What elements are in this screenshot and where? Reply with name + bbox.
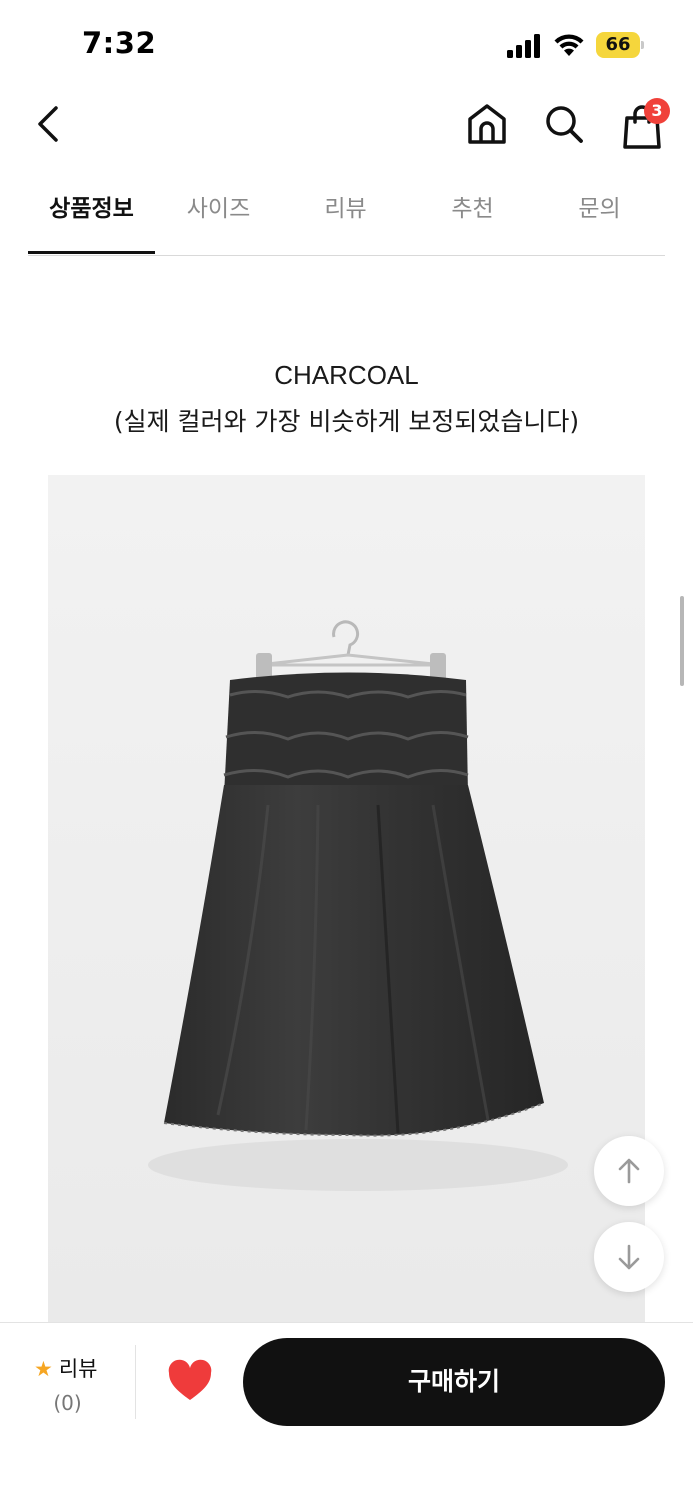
buy-button[interactable]: 구매하기 xyxy=(243,1338,665,1426)
review-line: ★ 리뷰 xyxy=(34,1353,97,1383)
tab-review[interactable]: 리뷰 xyxy=(282,180,409,254)
scroll-bottom-button[interactable] xyxy=(594,1222,664,1292)
review-count: (0) xyxy=(53,1391,82,1415)
search-icon xyxy=(546,106,583,143)
status-bar: 7:32 66 xyxy=(0,0,693,90)
wifi-icon xyxy=(554,34,584,56)
battery-level: 66 xyxy=(605,34,631,55)
review-summary[interactable]: ★ 리뷰 (0) xyxy=(0,1351,135,1421)
chevron-left-icon xyxy=(38,106,58,142)
arrow-up-icon xyxy=(618,1158,640,1184)
cart-count-badge: 3 xyxy=(644,98,670,124)
search-button[interactable] xyxy=(542,102,586,146)
battery-cap xyxy=(641,41,644,49)
tab-inquiry[interactable]: 문의 xyxy=(536,180,663,254)
tab-product-info[interactable]: 상품정보 xyxy=(28,180,155,254)
heart-icon xyxy=(168,1359,212,1400)
top-navigation: 3 xyxy=(0,90,693,160)
color-note: (실제 컬러와 가장 비슷하게 보정되었습니다) xyxy=(113,407,580,436)
divider xyxy=(135,1345,136,1419)
status-time: 7:32 xyxy=(82,26,157,60)
back-button[interactable] xyxy=(28,100,72,148)
scroll-indicator[interactable] xyxy=(680,596,684,686)
home-icon xyxy=(468,104,506,144)
review-label: 리뷰 xyxy=(58,1357,98,1381)
tab-size[interactable]: 사이즈 xyxy=(155,180,282,254)
skirt-illustration xyxy=(48,475,645,1325)
battery-indicator: 66 xyxy=(596,32,646,58)
star-icon: ★ xyxy=(34,1357,53,1381)
product-image xyxy=(48,475,645,1325)
cellular-signal-icon xyxy=(507,34,540,58)
arrow-down-icon xyxy=(618,1244,640,1270)
color-name: CHARCOAL xyxy=(274,360,419,390)
cart-button[interactable]: 3 xyxy=(620,98,672,149)
scroll-top-button[interactable] xyxy=(594,1136,664,1206)
home-button[interactable] xyxy=(464,102,510,146)
product-tabs: 상품정보 사이즈 리뷰 추천 문의 xyxy=(28,180,665,256)
bottom-action-bar: ★ 리뷰 (0) 구매하기 xyxy=(0,1322,693,1500)
tab-recommend[interactable]: 추천 xyxy=(409,180,536,254)
wishlist-button[interactable] xyxy=(166,1359,214,1403)
